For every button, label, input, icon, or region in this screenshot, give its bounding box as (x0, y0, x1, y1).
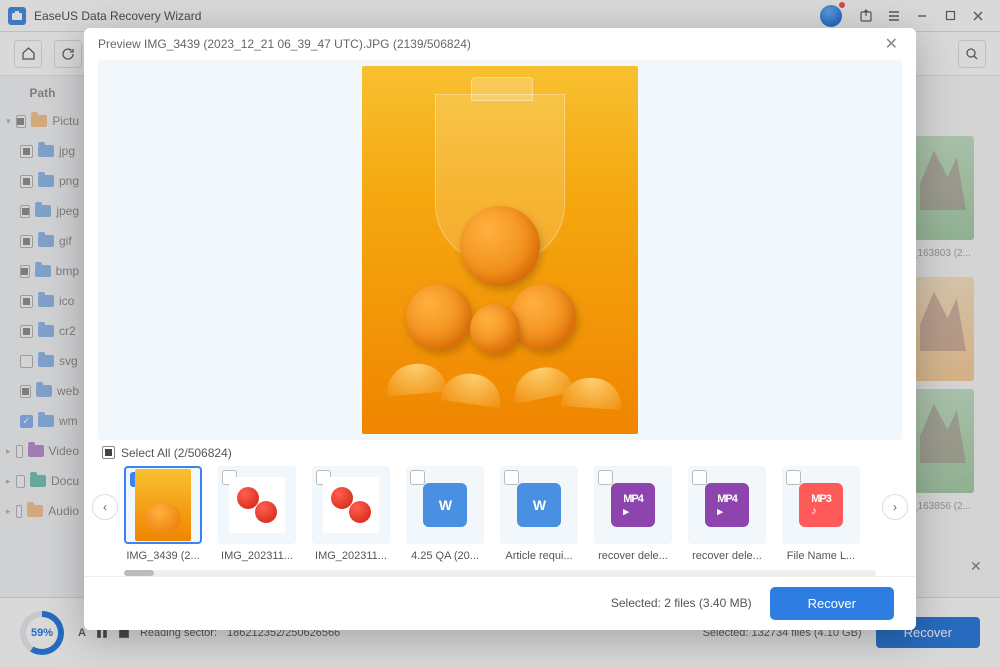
filmstrip-scrollbar[interactable] (124, 570, 876, 576)
thumb-checkbox[interactable] (504, 470, 519, 485)
select-all-checkbox[interactable] (102, 446, 115, 459)
thumb-box[interactable]: MP3♪ (782, 466, 860, 544)
thumb-box[interactable]: MP4▸ (688, 466, 766, 544)
thumb-label: IMG_202311... (218, 550, 296, 562)
thumb-label: 4.25 QA (20... (406, 550, 484, 562)
modal-footer: Selected: 2 files (3.40 MB) Recover (84, 576, 916, 630)
modal-header: Preview IMG_3439 (2023_12_21 06_39_47 UT… (84, 28, 916, 60)
preview-modal: Preview IMG_3439 (2023_12_21 06_39_47 UT… (84, 28, 916, 630)
filmstrip-item[interactable]: MP4▸ recover dele... (688, 466, 766, 562)
filmstrip-next-button[interactable]: › (882, 494, 908, 520)
recover-button[interactable]: Recover (770, 587, 894, 620)
thumb-label: File Name L... (782, 550, 860, 562)
modal-close-button[interactable]: ✕ (881, 30, 902, 58)
thumb-label: recover dele... (594, 550, 672, 562)
filmstrip-item[interactable]: W 4.25 QA (20... (406, 466, 484, 562)
preview-pane (98, 60, 902, 440)
modal-overlay: Preview IMG_3439 (2023_12_21 06_39_47 UT… (0, 0, 1000, 667)
thumb-box[interactable]: W (406, 466, 484, 544)
thumb-box[interactable]: W (500, 466, 578, 544)
thumb-label: recover dele... (688, 550, 766, 562)
select-all-row[interactable]: Select All (2/506824) (84, 440, 916, 466)
thumb-box[interactable]: MP4▸ (594, 466, 672, 544)
thumb-box[interactable] (312, 466, 390, 544)
thumb-label: Article requi... (500, 550, 578, 562)
filmstrip: ‹ ✓ IMG_3439 (2... IMG_202311... IMG_202… (84, 466, 916, 562)
thumb-box[interactable]: ✓ (124, 466, 202, 544)
thumb-label: IMG_202311... (312, 550, 390, 562)
filmstrip-item[interactable]: IMG_202311... (218, 466, 296, 562)
filmstrip-item[interactable]: ✓ IMG_3439 (2... (124, 466, 202, 562)
filmstrip-prev-button[interactable]: ‹ (92, 494, 118, 520)
thumb-label: IMG_3439 (2... (124, 550, 202, 562)
modal-title: Preview IMG_3439 (2023_12_21 06_39_47 UT… (98, 37, 471, 51)
filmstrip-item[interactable]: IMG_202311... (312, 466, 390, 562)
filmstrip-item[interactable]: W Article requi... (500, 466, 578, 562)
preview-image (362, 66, 638, 434)
filmstrip-item[interactable]: MP4▸ recover dele... (594, 466, 672, 562)
modal-selected-text: Selected: 2 files (3.40 MB) (611, 596, 752, 610)
select-all-label: Select All (2/506824) (121, 446, 232, 460)
thumb-box[interactable] (218, 466, 296, 544)
filmstrip-item[interactable]: MP3♪ File Name L... (782, 466, 860, 562)
thumb-checkbox[interactable] (598, 470, 613, 485)
thumb-checkbox[interactable] (410, 470, 425, 485)
thumb-checkbox[interactable] (692, 470, 707, 485)
thumb-checkbox[interactable] (786, 470, 801, 485)
